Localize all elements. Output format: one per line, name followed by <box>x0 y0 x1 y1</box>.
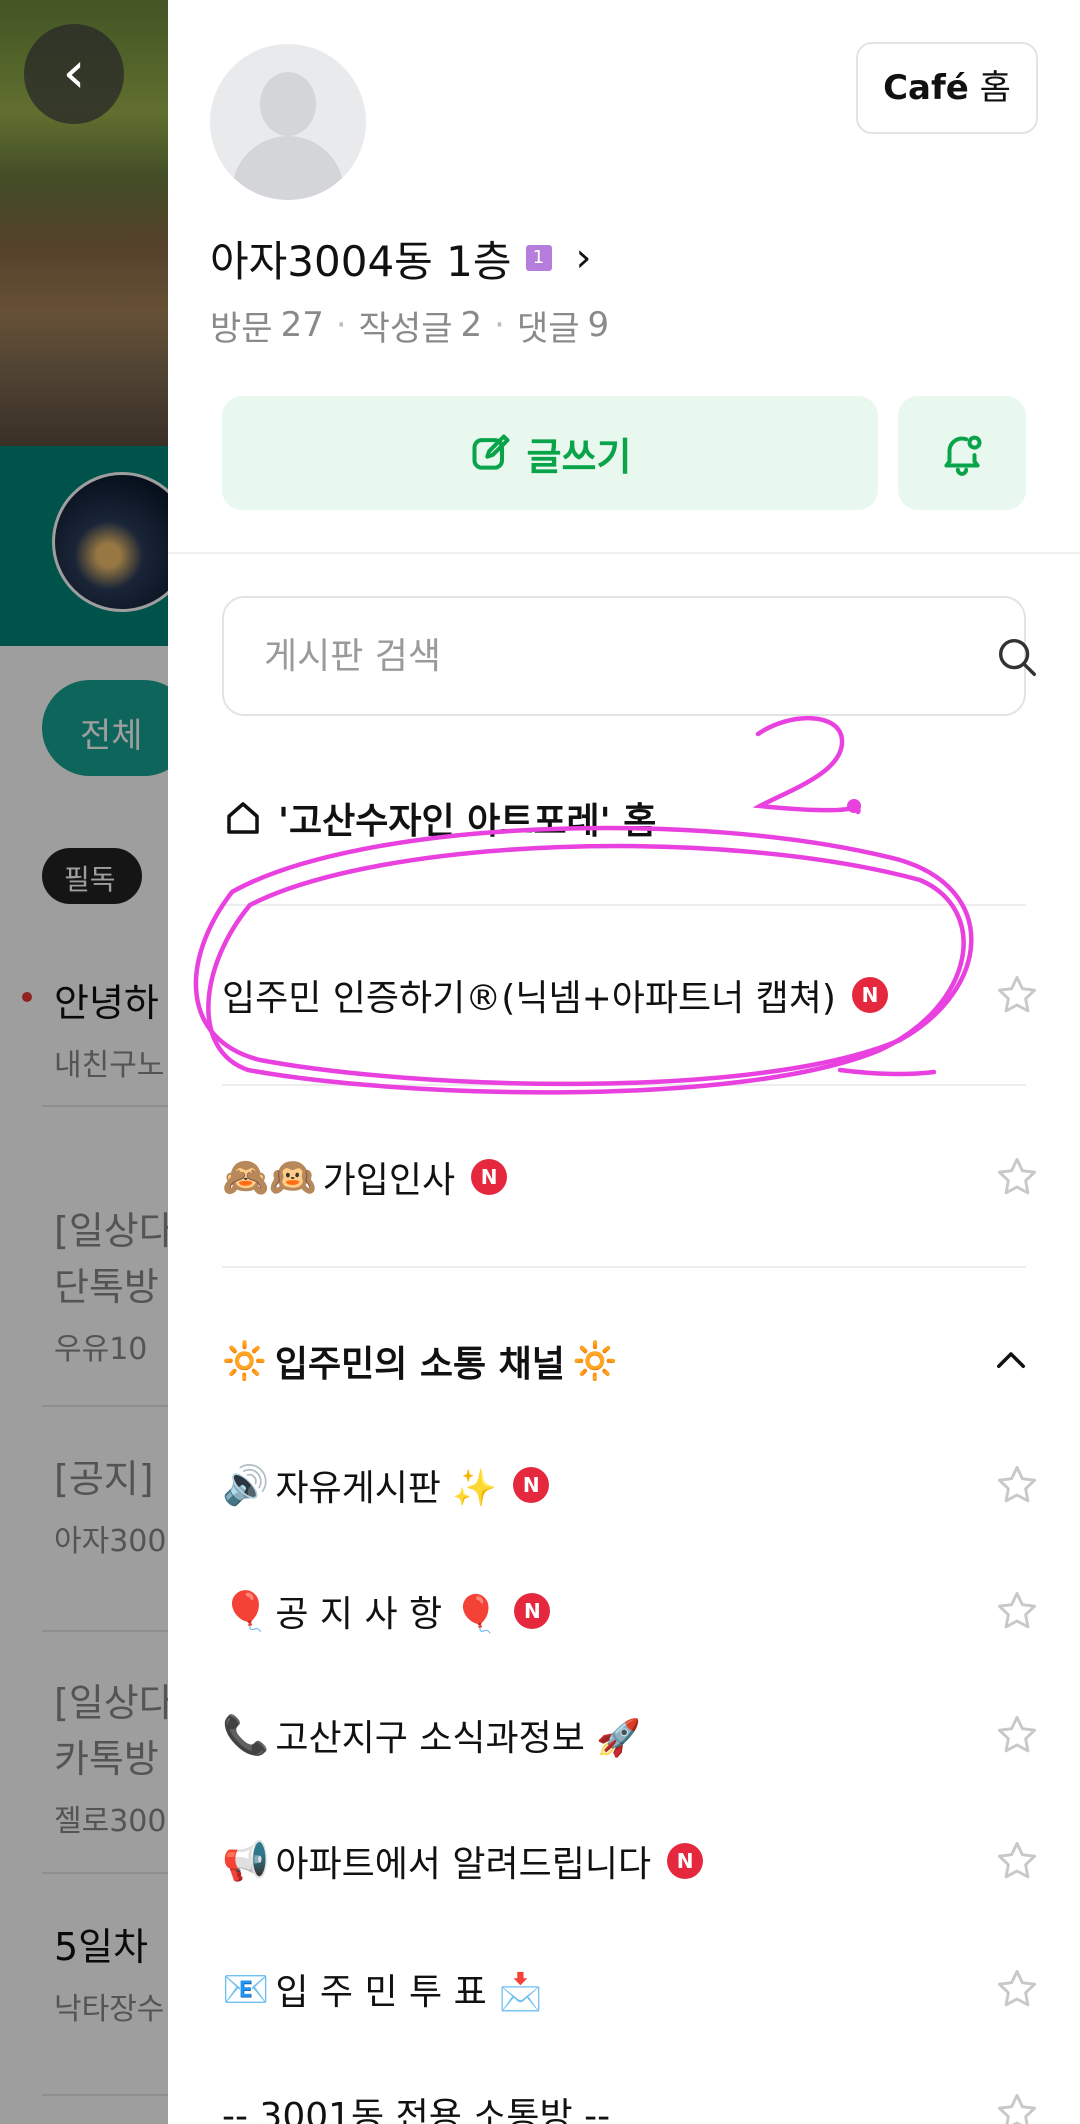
visits-label: 방문 <box>210 308 273 349</box>
write-label: 글쓰기 <box>526 434 632 479</box>
star-icon[interactable] <box>994 1838 1040 1884</box>
new-badge: N <box>471 1159 508 1195</box>
comments-label: 댓글 <box>516 308 580 349</box>
star-icon[interactable] <box>994 972 1040 1018</box>
star-icon[interactable] <box>994 1712 1040 1758</box>
home-link-label: '고산수자인 아트포레' 홈 <box>278 801 657 842</box>
visits-count: 27 <box>280 305 324 345</box>
posts-label: 작성글 <box>358 308 453 349</box>
new-badge: N <box>667 1843 704 1879</box>
speaker-emoji: 🔊 <box>222 1462 270 1507</box>
profile-link[interactable]: 아자3004동 1층 1 › <box>210 228 592 288</box>
chevron-left-icon: ‹ <box>62 38 86 106</box>
board-group-header[interactable]: 🔆 입주민의 소통 채널 🔆 <box>222 1326 1026 1396</box>
cafe-logo-text: Café <box>883 68 969 108</box>
board-emoji: 🙈🙉 <box>222 1154 317 1199</box>
search-input[interactable] <box>264 628 924 684</box>
home-icon <box>227 802 259 834</box>
board-item-resident-vote[interactable]: 📧 입 주 민 투 표 📩 <box>222 1954 1052 2024</box>
member-level-badge: 1 <box>525 245 552 271</box>
user-silhouette-icon <box>260 72 316 136</box>
board-label: 가입인사 <box>322 1160 456 1201</box>
divider <box>222 1266 1026 1268</box>
member-stats: 방문 27 · 작성글 2 · 댓글 9 <box>210 300 609 350</box>
divider <box>222 1084 1026 1086</box>
edit-icon <box>472 434 510 470</box>
star-icon[interactable] <box>994 1588 1040 1634</box>
bell-gear-icon <box>944 435 982 476</box>
board-label: 입 주 민 투 표 📩 <box>275 1972 543 2013</box>
nickname: 아자3004동 1층 <box>210 236 512 286</box>
board-item-notice[interactable]: 🎈 공 지 사 항 🎈 N <box>222 1576 1052 1646</box>
board-item-3001-room[interactable]: -- 3001동 전용 소통방 -- <box>222 2078 1052 2124</box>
cafe-home-link[interactable]: '고산수자인 아트포레' 홈 <box>222 786 656 850</box>
board-item-apartment-notices[interactable]: 📢 아파트에서 알려드립니다 N <box>222 1826 1052 1896</box>
board-label: -- 3001동 전용 소통방 -- <box>222 2096 611 2124</box>
board-item-free-board[interactable]: 🔊 자유게시판 ✨ N <box>222 1450 1052 1520</box>
notification-settings-button[interactable] <box>898 396 1026 510</box>
avatar[interactable] <box>210 44 366 200</box>
search-icon[interactable] <box>994 634 1040 680</box>
star-icon[interactable] <box>994 2090 1040 2124</box>
sun-emoji: 🔆 <box>222 1341 267 1382</box>
board-label: 자유게시판 ✨ <box>275 1468 498 1509</box>
sun-emoji: 🔆 <box>572 1341 618 1382</box>
comments-count: 9 <box>587 305 610 345</box>
chevron-right-icon: › <box>575 235 592 281</box>
board-item-resident-verification[interactable]: 입주민 인증하기®(닉넴+아파트너 캡쳐) N <box>222 960 1052 1030</box>
divider <box>222 904 1026 906</box>
board-label: 입주민 인증하기®(닉넴+아파트너 캡쳐) <box>222 978 836 1019</box>
board-label: 아파트에서 알려드립니다 <box>275 1844 652 1885</box>
star-icon[interactable] <box>994 1154 1040 1200</box>
cafe-home-label: 홈 <box>979 68 1011 108</box>
cafe-side-drawer: Café 홈 아자3004동 1층 1 › 방문 27 · 작성글 2 · 댓글… <box>168 0 1080 2124</box>
write-post-button[interactable]: 글쓰기 <box>222 396 878 510</box>
board-search-box[interactable] <box>222 596 1036 716</box>
drawer-scrim[interactable] <box>0 0 168 2124</box>
chevron-up-icon[interactable] <box>990 1340 1032 1382</box>
board-item-local-news[interactable]: 📞 고산지구 소식과정보 🚀 <box>222 1700 1052 1770</box>
balloon-emoji: 🎈 <box>222 1588 270 1633</box>
new-badge: N <box>514 1593 551 1629</box>
board-group-title: 입주민의 소통 채널 <box>274 1344 565 1385</box>
star-icon[interactable] <box>994 1966 1040 2012</box>
new-badge: N <box>513 1467 550 1503</box>
megaphone-emoji: 📢 <box>222 1838 270 1883</box>
new-badge: N <box>851 977 888 1013</box>
cafe-home-button[interactable]: Café 홈 <box>856 42 1038 134</box>
board-label: 공 지 사 항 🎈 <box>275 1594 499 1635</box>
board-label: 고산지구 소식과정보 🚀 <box>275 1718 642 1759</box>
board-item-join-greeting[interactable]: 🙈🙉 가입인사 N <box>222 1142 1052 1212</box>
back-button[interactable]: ‹ <box>24 24 124 124</box>
divider <box>168 552 1080 554</box>
phone-emoji: 📞 <box>222 1712 270 1757</box>
star-icon[interactable] <box>994 1462 1040 1508</box>
email-emoji: 📧 <box>222 1966 270 2011</box>
posts-count: 2 <box>460 305 483 345</box>
